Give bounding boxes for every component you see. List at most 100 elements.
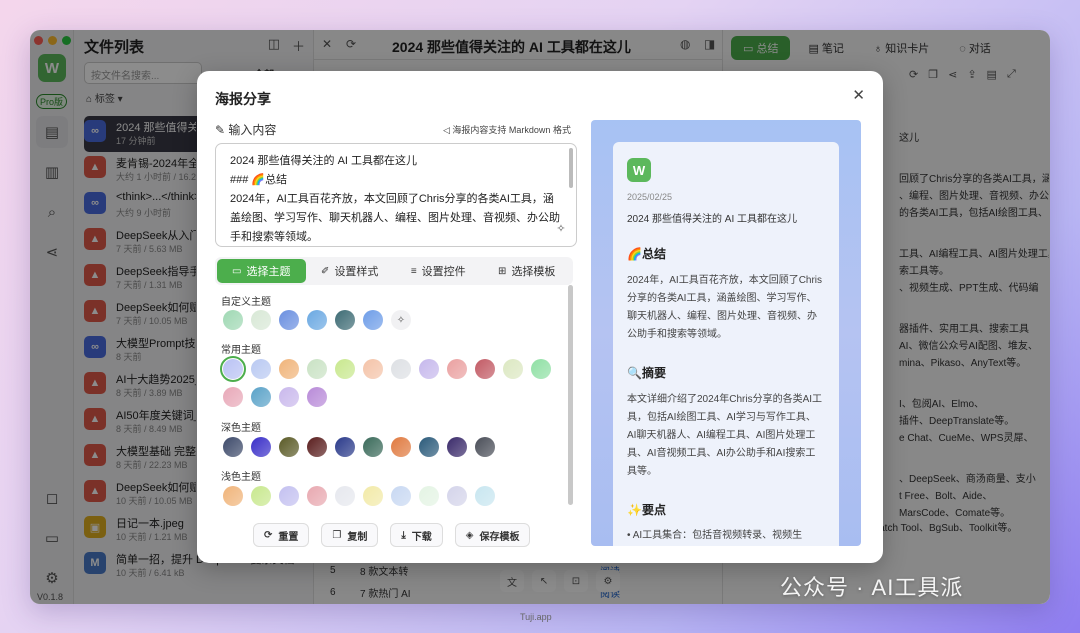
download-icon: ⤓ [401, 529, 406, 541]
dialog-actions: ⟳ 重置 ❐ 复制 ⤓ 下载 ◈ 保存模板 [253, 523, 531, 547]
light-theme-swatch[interactable] [475, 486, 495, 506]
common-theme-swatch[interactable] [251, 387, 271, 407]
poster-title: 2024 那些值得关注的 AI 工具都在这儿 [627, 214, 798, 225]
poster-summary-text: 2024年，AI工具百花齐放，本文回顾了Chris分享的各类AI工具，涵盖绘图、… [627, 275, 823, 340]
light-themes-title: 浅色主题 [221, 472, 261, 483]
grid-icon: ⊞ [498, 265, 507, 277]
box-icon: ◈ [465, 529, 474, 541]
common-theme-swatch[interactable] [363, 359, 383, 379]
poster-abstract-text: 本文详细介绍了2024年Chris分享的各类AI工具，包括AI绘图工具、AI学习… [627, 394, 823, 477]
poster-logo: W [627, 158, 651, 182]
tab-select-template[interactable]: ⊞ 选择模板 [483, 259, 572, 283]
dark-theme-swatch[interactable] [363, 437, 383, 457]
reset-button[interactable]: ⟳ 重置 [253, 523, 310, 547]
common-theme-swatch[interactable] [220, 356, 246, 382]
theme-scrollbar[interactable] [568, 285, 573, 505]
light-theme-swatch[interactable] [251, 486, 271, 506]
refresh-icon: ⟳ [264, 529, 273, 541]
common-theme-swatch[interactable] [475, 359, 495, 379]
poster-summary-heading: 🌈总结 [627, 247, 666, 261]
common-theme-swatch[interactable] [251, 359, 271, 379]
content-textarea[interactable]: 2024 那些值得关注的 AI 工具都在这儿 ### 🌈总结 2024年，AI工… [215, 143, 577, 247]
tab-label: 选择模板 [511, 266, 556, 278]
light-theme-swatch[interactable] [335, 486, 355, 506]
copy-button[interactable]: ❐ 复制 [321, 523, 379, 547]
megaphone-icon: ◁ [443, 125, 453, 135]
dark-theme-swatch[interactable] [307, 437, 327, 457]
common-theme-swatch[interactable] [279, 387, 299, 407]
common-theme-swatch[interactable] [447, 359, 467, 379]
textarea-scrollbar[interactable] [569, 148, 573, 188]
custom-theme-swatch[interactable] [279, 310, 299, 330]
poster-point-item: • AI工具集合：包括音视频转录、视频生 [627, 530, 803, 541]
magic-wand-icon[interactable]: ✧ [391, 310, 411, 330]
button-label: 保存模板 [479, 531, 520, 543]
tab-label: 选择主题 [246, 266, 291, 278]
dark-theme-swatch[interactable] [391, 437, 411, 457]
common-theme-swatch[interactable] [419, 359, 439, 379]
dark-theme-swatch[interactable] [251, 437, 271, 457]
textarea-line: 2024年，AI工具百花齐放，本文回顾了Chris分享的各类AI工具，涵盖绘图、… [230, 193, 560, 243]
dark-theme-swatch[interactable] [279, 437, 299, 457]
common-theme-swatch[interactable] [391, 359, 411, 379]
dark-themes-title: 深色主题 [221, 423, 261, 434]
common-theme-swatch[interactable] [531, 359, 551, 379]
custom-theme-swatch[interactable] [307, 310, 327, 330]
light-theme-swatch[interactable] [363, 486, 383, 506]
markdown-hint: ◁ 海报内容支持 Markdown 格式 [443, 123, 571, 136]
magic-wand-icon[interactable]: ✧ [552, 220, 570, 238]
custom-theme-swatches: ✧ [223, 310, 553, 330]
dark-theme-swatch[interactable] [223, 437, 243, 457]
common-theme-swatch[interactable] [279, 359, 299, 379]
custom-theme-swatch[interactable] [251, 310, 271, 330]
poster-abstract-heading: 🔍摘要 [627, 366, 666, 380]
sliders-icon: ≡ [410, 265, 417, 277]
dark-theme-swatch[interactable] [335, 437, 355, 457]
dark-theme-swatch[interactable] [475, 437, 495, 457]
light-theme-swatch[interactable] [447, 486, 467, 506]
common-theme-swatch[interactable] [223, 387, 243, 407]
light-theme-swatch[interactable] [223, 486, 243, 506]
tab-select-theme[interactable]: ▭ 选择主题 [217, 259, 306, 283]
brush-icon: ✐ [321, 265, 330, 277]
tab-label: 设置控件 [421, 266, 466, 278]
light-theme-swatch[interactable] [307, 486, 327, 506]
watermark-text: 公众号 · AI工具派 [780, 575, 964, 600]
common-theme-swatches [220, 356, 553, 407]
custom-theme-swatch[interactable] [335, 310, 355, 330]
custom-themes-title: 自定义主题 [221, 297, 271, 308]
common-theme-swatch[interactable] [503, 359, 523, 379]
dialog-title: 海报分享 [215, 91, 271, 107]
dark-theme-swatch[interactable] [419, 437, 439, 457]
poster-share-dialog: 海报分享 ✕ ✎ 输入内容 ◁ 海报内容支持 Markdown 格式 2024 … [197, 71, 883, 563]
markdown-hint-text: 海报内容支持 Markdown 格式 [452, 125, 571, 135]
input-content-label: ✎ 输入内容 [215, 121, 276, 138]
light-theme-swatch[interactable] [391, 486, 411, 506]
button-label: 重置 [278, 531, 299, 543]
dark-theme-swatch[interactable] [447, 437, 467, 457]
light-theme-swatch[interactable] [279, 486, 299, 506]
textarea-line: 2024 那些值得关注的 AI 工具都在这儿 [230, 155, 418, 167]
common-themes-title: 常用主题 [221, 345, 261, 356]
book-icon: ▭ [232, 265, 242, 277]
poster-points-heading: ✨要点 [627, 503, 666, 517]
save-template-button[interactable]: ◈ 保存模板 [454, 523, 531, 547]
common-theme-swatch[interactable] [307, 387, 327, 407]
poster-card: W 2025/02/25 2024 那些值得关注的 AI 工具都在这儿 🌈总结 … [613, 142, 839, 546]
custom-theme-swatch[interactable] [223, 310, 243, 330]
settings-tabs: ▭ 选择主题 ✐ 设置样式 ≡ 设置控件 ⊞ 选择模板 [215, 257, 573, 285]
close-icon[interactable]: ✕ [852, 86, 865, 104]
light-theme-swatches [223, 486, 553, 506]
edit-icon: ✎ [215, 123, 229, 137]
tab-set-controls[interactable]: ≡ 设置控件 [394, 259, 483, 283]
footer-tag: Tuji.app [520, 612, 552, 622]
tab-set-style[interactable]: ✐ 设置样式 [306, 259, 395, 283]
theme-selector: 自定义主题 ✧ 常用主题 深色主题 浅色主题 [220, 293, 561, 507]
input-label-text: 输入内容 [228, 123, 277, 137]
common-theme-swatch[interactable] [335, 359, 355, 379]
common-theme-swatch[interactable] [307, 359, 327, 379]
custom-theme-swatch[interactable] [363, 310, 383, 330]
download-button[interactable]: ⤓ 下载 [390, 523, 443, 547]
dark-theme-swatches [223, 437, 553, 457]
light-theme-swatch[interactable] [419, 486, 439, 506]
